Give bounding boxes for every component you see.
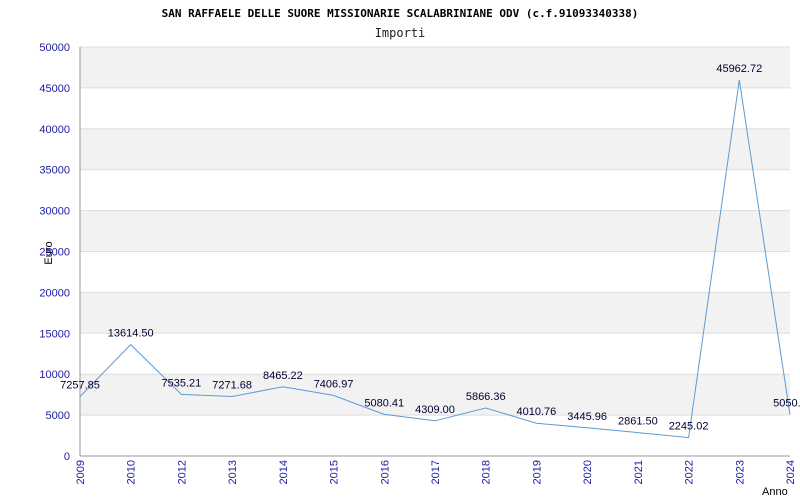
x-tick-label: 2021 [633, 460, 645, 484]
data-label: 8465.22 [263, 370, 303, 382]
data-label: 5866.36 [466, 391, 506, 403]
y-tick-label: 30000 [39, 206, 70, 218]
x-tick-label: 2017 [430, 460, 442, 484]
x-tick-label: 2016 [379, 460, 391, 484]
data-label: 45962.72 [716, 63, 762, 75]
chart-subtitle: Importi [375, 26, 426, 40]
y-tick-label: 5000 [46, 410, 70, 422]
x-tick-label: 2009 [75, 460, 87, 484]
data-label: 7535.21 [162, 377, 202, 389]
y-tick-label: 50000 [39, 42, 70, 54]
x-tick-label: 2014 [278, 460, 290, 484]
data-label: 7271.68 [212, 380, 252, 392]
x-tick-label: 2015 [329, 460, 341, 484]
x-tick-labels: 2009 2010 2012 2013 2014 2015 2016 2017 2018 2019… [75, 460, 797, 484]
x-tick-label: 2010 [126, 460, 138, 484]
data-label: 2861.50 [618, 416, 658, 428]
x-tick-label: 2018 [481, 460, 493, 484]
data-label: 2245.02 [669, 421, 709, 433]
x-tick-label: 2024 [785, 460, 797, 484]
y-tick-label: 15000 [39, 328, 70, 340]
x-tick-label: 2022 [684, 460, 696, 484]
grid-band [80, 128, 790, 170]
grid-band [80, 210, 790, 252]
data-label: 5080.41 [364, 397, 404, 409]
data-label: 13614.50 [108, 328, 154, 340]
chart-title: SAN RAFFAELE DELLE SUORE MISSIONARIE SCA… [162, 7, 639, 20]
grid-bands [80, 47, 790, 416]
y-axis-label: Euro [43, 241, 55, 264]
data-label: 4010.76 [517, 406, 557, 418]
y-tick-label: 20000 [39, 287, 70, 299]
data-label: 7406.97 [314, 378, 354, 390]
data-label: 5050.7 [773, 398, 800, 410]
data-label: 7257.85 [60, 380, 100, 392]
y-tick-label: 35000 [39, 165, 70, 177]
grid-band [80, 47, 790, 88]
data-label: 3445.96 [567, 411, 607, 423]
x-tick-label: 2023 [734, 460, 746, 484]
data-label: 4309.00 [415, 404, 455, 416]
y-tick-label: 40000 [39, 124, 70, 136]
y-tick-label: 45000 [39, 83, 70, 95]
x-tick-label: 2013 [227, 460, 239, 484]
x-tick-label: 2012 [176, 460, 188, 484]
grid-band [80, 292, 790, 334]
x-tick-label: 2019 [531, 460, 543, 484]
x-axis-label: Anno [762, 486, 788, 498]
y-tick-label: 0 [64, 451, 70, 463]
x-tick-label: 2020 [582, 460, 594, 484]
line-chart: SAN RAFFAELE DELLE SUORE MISSIONARIE SCA… [39, 7, 800, 498]
